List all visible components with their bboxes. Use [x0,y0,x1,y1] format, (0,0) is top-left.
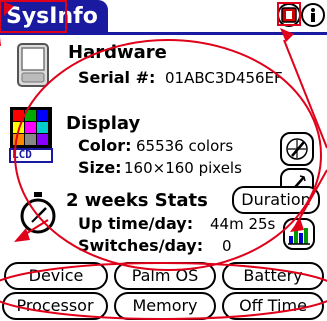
stylus-icon [286,138,308,160]
switches-label: Switches/day: [78,236,204,255]
stopwatch-icon [20,192,56,234]
color-value: 65536 colors [136,137,234,155]
tab-device[interactable]: Device [4,262,108,290]
tab-palm-os[interactable]: Palm OS [114,262,216,290]
display-heading: Display [66,113,141,134]
tab-processor[interactable]: Processor [2,292,108,320]
size-label: Size: [78,158,122,177]
serial-value: 01ABC3D456EF [165,69,283,87]
switches-value: 0 [222,237,232,255]
tab-memory[interactable]: Memory [114,292,216,320]
bar-chart-icon [288,228,310,245]
duration-button[interactable]: Duration [232,186,320,214]
lcd-label: LCD [12,148,32,161]
record-icon [281,7,297,23]
color-label: Color: [78,136,132,155]
device-icon [17,43,49,87]
hardware-heading: Hardware [68,42,167,63]
tab-off-time[interactable]: Off Time [222,292,324,320]
graph-button[interactable] [283,218,315,250]
uptime-label: Up time/day: [78,214,194,233]
app-title[interactable]: SysInfo [0,0,108,34]
tab-battery[interactable]: Battery [222,262,324,290]
serial-label: Serial #: [78,68,156,87]
record-button[interactable] [277,3,301,27]
info-icon [311,8,315,22]
info-button[interactable] [301,3,325,27]
uptime-value: 44m 25s [210,215,276,233]
stats-heading: 2 weeks Stats [66,190,208,211]
size-value: 160×160 pixels [124,159,242,177]
stylus-button[interactable] [280,132,314,166]
